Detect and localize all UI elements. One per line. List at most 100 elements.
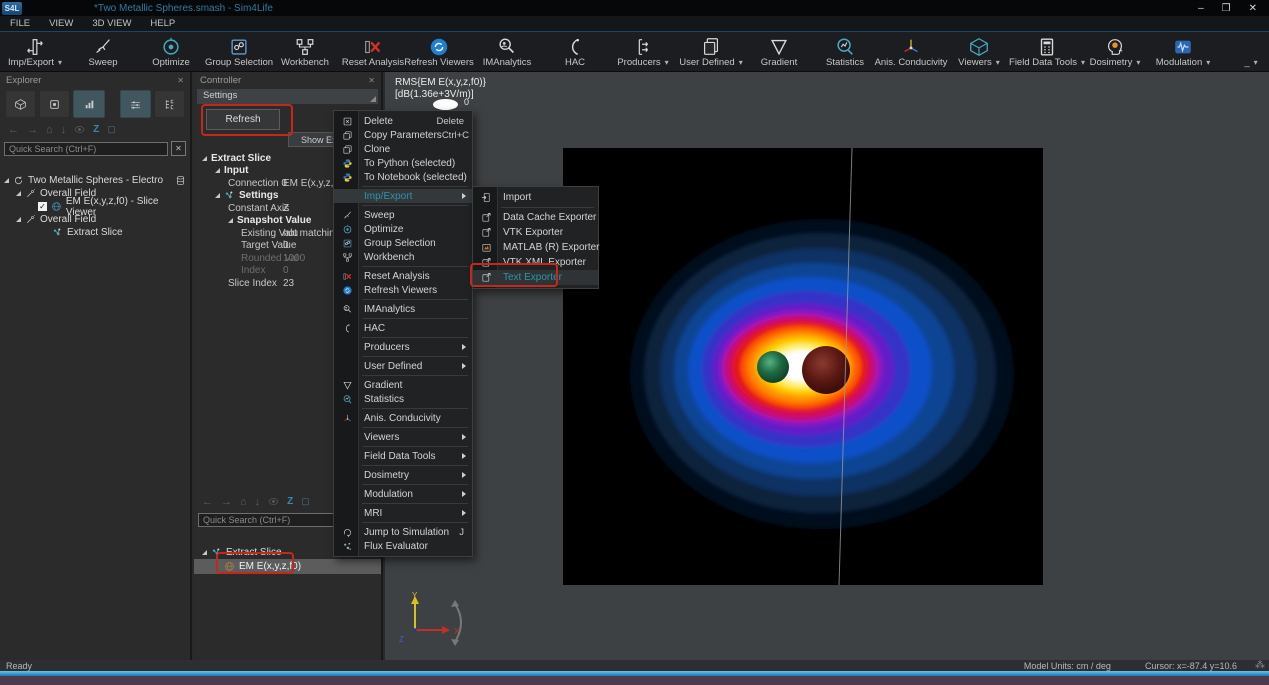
tree-view-button[interactable]: [154, 90, 185, 118]
submenu-item-vtk-exporter[interactable]: VTK Exporter: [473, 225, 598, 240]
refresh-button[interactable]: Refresh: [206, 109, 280, 130]
menu-item-dosimetry[interactable]: Dosimetry: [334, 468, 472, 482]
z-filter-icon[interactable]: Z: [93, 124, 99, 135]
toolbar-item-overflow[interactable]: _: [1218, 32, 1269, 71]
toolbar-item-hac[interactable]: HAC: [542, 32, 608, 71]
menu-item-producers[interactable]: Producers: [334, 340, 472, 354]
toolbar-item-workbench[interactable]: Workbench: [272, 32, 338, 71]
menu-item-user-defined[interactable]: User Defined: [334, 359, 472, 373]
home-icon[interactable]: ⌂: [46, 124, 53, 136]
close-button[interactable]: ✕: [1249, 3, 1257, 14]
submenu-item-matlab-exporter[interactable]: MATLAB (R) Exporter: [473, 240, 598, 255]
database-icon[interactable]: [175, 175, 186, 186]
toolbar-item-refresh-viewers[interactable]: Refresh Viewers: [406, 32, 472, 71]
toolbar-item-viewers[interactable]: Viewers: [946, 32, 1012, 71]
menu-item-to-python[interactable]: To Python (selected): [334, 156, 472, 170]
toolbar-item-dosimetry[interactable]: Dosimetry: [1082, 32, 1148, 71]
toolbar-item-gradient[interactable]: Gradient: [746, 32, 812, 71]
menu-item-jump-to-simulation[interactable]: Jump to SimulationJ: [334, 525, 472, 539]
menu-item-to-notebook[interactable]: To Notebook (selected): [334, 170, 472, 184]
tree-item-slice-viewer[interactable]: EM E(x,y,z,f0) - Slice Viewer: [0, 200, 190, 213]
menu-item-viewers[interactable]: Viewers: [334, 430, 472, 444]
menu-item-sweep[interactable]: Sweep: [334, 208, 472, 222]
toolbar-item-sweep[interactable]: Sweep: [70, 32, 136, 71]
expander-icon[interactable]: [215, 168, 220, 173]
menu-item-reset-analysis[interactable]: Reset Analysis: [334, 269, 472, 283]
visibility-checkbox[interactable]: [38, 202, 47, 211]
expander-icon[interactable]: [16, 191, 21, 196]
submenu-item-vtk-xml-exporter[interactable]: VTK XML Exporter: [473, 255, 598, 270]
menu-item-clone[interactable]: Clone: [334, 142, 472, 156]
view-3d-button[interactable]: [5, 90, 36, 118]
menu-item-modulation[interactable]: Modulation: [334, 487, 472, 501]
viewport-3d[interactable]: RMS{EM E(x,y,z,f0)} [dB(1.36e+3V/m)] 0: [385, 72, 1269, 660]
eye-icon[interactable]: [74, 124, 85, 135]
submenu-item-data-cache-exporter[interactable]: Data Cache Exporter: [473, 210, 598, 225]
toolbar-item-statistics[interactable]: Statistics: [812, 32, 878, 71]
settings-header[interactable]: Settings: [197, 89, 378, 104]
submenu-item-text-exporter[interactable]: Text Exporter: [473, 270, 598, 285]
menu-item-optimize[interactable]: Optimize: [334, 222, 472, 236]
expander-icon[interactable]: [228, 218, 233, 223]
expand-down-icon[interactable]: ↓: [255, 496, 261, 508]
menu-item-refresh-viewers[interactable]: Refresh Viewers: [334, 283, 472, 297]
expand-down-icon[interactable]: ↓: [61, 124, 67, 136]
menu-view[interactable]: VIEW: [49, 18, 73, 29]
menu-item-anis-conducivity[interactable]: Anis. Conducivity: [334, 411, 472, 425]
menu-item-hac[interactable]: HAC: [334, 321, 472, 335]
clear-search-icon[interactable]: [171, 141, 186, 156]
menu-item-copy-parameters[interactable]: Copy ParametersCtrl+C: [334, 128, 472, 142]
home-icon[interactable]: ⌂: [240, 496, 247, 508]
resize-grip-icon[interactable]: ⁂: [1255, 660, 1265, 671]
expander-icon[interactable]: [4, 178, 9, 183]
menu-help[interactable]: HELP: [150, 18, 175, 29]
menu-item-flux-evaluator[interactable]: Flux Evaluator: [334, 539, 472, 553]
minimize-button[interactable]: –: [1198, 3, 1204, 14]
toolbar-item-group-selection[interactable]: Group Selection: [206, 32, 272, 71]
menu-item-group-selection[interactable]: Group Selection: [334, 236, 472, 250]
view-analysis-button[interactable]: [73, 90, 104, 118]
checkbox-filter-icon[interactable]: ▢: [301, 496, 310, 507]
close-icon[interactable]: [368, 75, 375, 86]
slice-field-view[interactable]: [563, 148, 1043, 585]
menu-item-workbench[interactable]: Workbench: [334, 250, 472, 264]
tree-item-simulation[interactable]: Two Metallic Spheres - Electro Quasi-Sta…: [0, 174, 190, 187]
toolbar-item-user-defined[interactable]: User Defined: [678, 32, 744, 71]
nav-back-icon[interactable]: ←: [202, 496, 213, 508]
menu-item-statistics[interactable]: Statistics: [334, 392, 472, 406]
toolbar-item-field-data-tools[interactable]: Field Data Tools: [1014, 32, 1080, 71]
toolbar-item-imanalytics[interactable]: IMAnalytics: [474, 32, 540, 71]
checkbox-filter-icon[interactable]: ▢: [107, 124, 116, 135]
toolbar-item-producers[interactable]: Producers: [610, 32, 676, 71]
expander-icon[interactable]: [16, 217, 21, 222]
menu-file[interactable]: FILE: [10, 18, 30, 29]
eye-icon[interactable]: [268, 496, 279, 507]
menu-item-imanalytics[interactable]: IMAnalytics: [334, 302, 472, 316]
toolbar-item-modulation[interactable]: Modulation: [1150, 32, 1216, 71]
menu-item-mri[interactable]: MRI: [334, 506, 472, 520]
toolbar-item-optimize[interactable]: Optimize: [138, 32, 204, 71]
toolbar-item-imp-export[interactable]: Imp/Export: [2, 32, 68, 71]
filter-settings-button[interactable]: [120, 90, 151, 118]
z-filter-icon[interactable]: Z: [287, 496, 293, 507]
output-tree-em-field-selected[interactable]: EM E(x,y,z,f0): [194, 559, 381, 574]
menu-item-field-data-tools[interactable]: Field Data Tools: [334, 449, 472, 463]
menu-3d-view[interactable]: 3D VIEW: [92, 18, 131, 29]
nav-back-icon[interactable]: ←: [8, 124, 19, 136]
restore-button[interactable]: ❐: [1222, 3, 1231, 14]
nav-forward-icon[interactable]: →: [27, 124, 38, 136]
expander-icon[interactable]: [202, 550, 207, 555]
explorer-search-input[interactable]: [4, 142, 168, 156]
close-icon[interactable]: [177, 75, 184, 86]
view-simulation-button[interactable]: [39, 90, 70, 118]
toolbar-item-reset-analysis[interactable]: Reset Analysis: [340, 32, 406, 71]
expander-icon[interactable]: [215, 193, 220, 198]
toolbar-item-anis-conducivity[interactable]: Anis. Conducivity: [878, 32, 944, 71]
expander-icon[interactable]: [202, 156, 207, 161]
menu-item-delete[interactable]: DeleteDelete: [334, 114, 472, 128]
tree-item-extract-slice[interactable]: Extract Slice: [0, 226, 190, 239]
submenu-item-import[interactable]: Import: [473, 190, 598, 205]
nav-forward-icon[interactable]: →: [221, 496, 232, 508]
menu-item-gradient[interactable]: Gradient: [334, 378, 472, 392]
menu-item-imp-export[interactable]: Imp/Export: [334, 189, 472, 203]
